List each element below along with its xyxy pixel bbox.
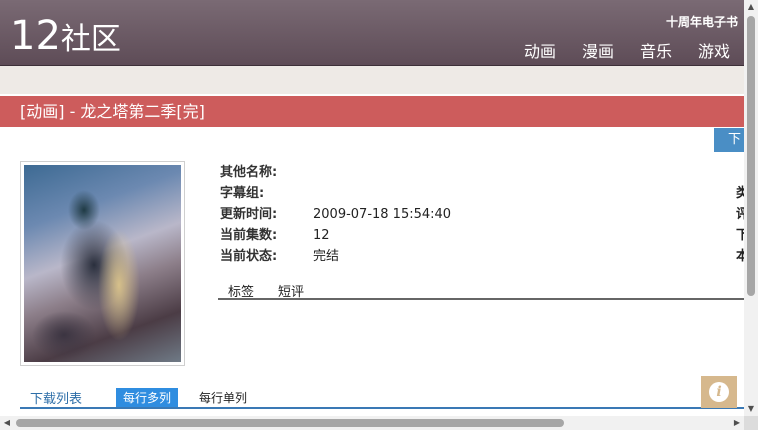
nav-item-manga[interactable]: 漫画 (582, 38, 614, 62)
nav-item-anime[interactable]: 动画 (524, 38, 556, 62)
info-button[interactable]: i (701, 376, 737, 408)
detail-tabs: 标签 短评 (218, 281, 744, 300)
multi-column-button[interactable]: 每行多列 (116, 388, 179, 407)
cover-artwork (24, 165, 181, 362)
nav-item-music[interactable]: 音乐 (640, 38, 672, 62)
download-list-bar: 下载列表 每行多列 每行单列 (20, 388, 744, 409)
info-right-column: 类 评 下 本 (736, 183, 744, 267)
arrow-up-icon[interactable]: ▲ (744, 0, 758, 14)
arrow-right-icon[interactable]: ▶ (730, 416, 744, 430)
header-band (0, 66, 744, 94)
info-label: 更新时间: (220, 207, 278, 222)
info-right-label: 下 (736, 228, 744, 243)
vertical-scrollbar[interactable]: ▲ ▼ (744, 0, 758, 416)
anniversary-link[interactable]: 十周年电子书 (666, 13, 738, 30)
download-tab[interactable]: 下 (714, 128, 744, 152)
info-label: 当前集数: (220, 228, 278, 243)
info-value: 12 (313, 228, 330, 243)
scrollbar-corner (744, 416, 758, 430)
info-right-label: 本 (736, 249, 744, 264)
info-right-label: 评 (736, 207, 744, 222)
info-label: 当前状态: (220, 249, 278, 264)
info-row-subtitle-group: 字幕组: (220, 183, 451, 204)
nav-item-games[interactable]: 游戏 (698, 38, 730, 62)
info-value: 2009-07-18 15:54:40 (313, 207, 452, 222)
cover-image (20, 161, 185, 366)
info-row-episode-count: 当前集数: 12 (220, 225, 451, 246)
arrow-left-icon[interactable]: ◀ (0, 416, 14, 430)
main-nav: 动画 漫画 音乐 游戏 (524, 38, 730, 62)
info-row-other-names: 其他名称: (220, 162, 451, 183)
info-label: 字幕组: (220, 186, 265, 201)
logo-text: 社区 (60, 22, 121, 57)
logo-number: 12 (10, 13, 61, 59)
tab-tags[interactable]: 标签 (228, 281, 254, 300)
horizontal-scroll-thumb[interactable] (16, 419, 564, 427)
vertical-scroll-thumb[interactable] (747, 16, 755, 296)
single-column-button[interactable]: 每行单列 (199, 389, 247, 406)
site-logo[interactable]: 12社区 (10, 14, 121, 62)
site-header: 12社区 十周年电子书 动画 漫画 音乐 游戏 (0, 0, 744, 66)
info-label: 其他名称: (220, 165, 278, 180)
info-row-status: 当前状态: 完结 (220, 246, 451, 267)
horizontal-scrollbar[interactable]: ◀ ▶ (0, 416, 744, 430)
download-list-label[interactable]: 下载列表 (30, 388, 82, 407)
info-panel: 其他名称: 字幕组: 更新时间: 2009-07-18 15:54:40 当前集… (220, 162, 451, 267)
arrow-down-icon[interactable]: ▼ (744, 402, 758, 416)
tab-short-reviews[interactable]: 短评 (278, 281, 304, 300)
info-value: 完结 (313, 249, 340, 264)
info-row-update-time: 更新时间: 2009-07-18 15:54:40 (220, 204, 451, 225)
info-right-label: 类 (736, 186, 744, 201)
info-icon: i (709, 382, 729, 402)
page-title: [动画] - 龙之塔第二季[完] (0, 96, 744, 127)
